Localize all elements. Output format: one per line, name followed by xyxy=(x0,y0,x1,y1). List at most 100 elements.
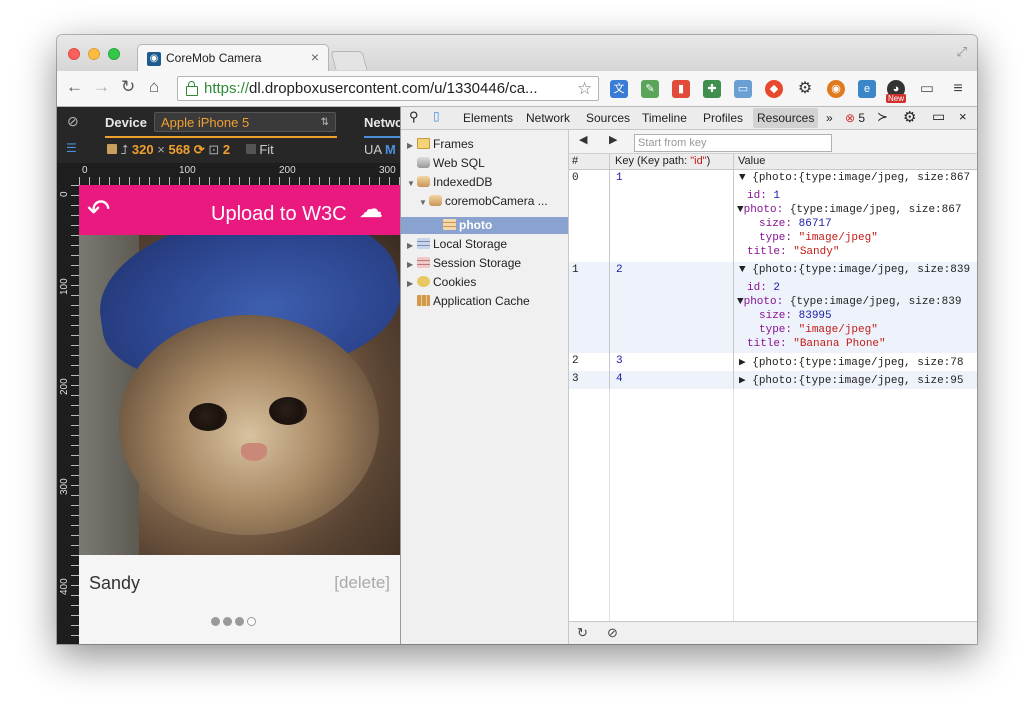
tree-item-application-cache[interactable]: Application Cache xyxy=(417,292,530,310)
tree-item-indexeddb[interactable]: ▼ IndexedDB xyxy=(407,173,492,191)
tab-profiles[interactable]: Profiles xyxy=(703,111,743,125)
row-key: 2 xyxy=(616,264,623,276)
inspect-search-icon[interactable]: ⚲ xyxy=(409,109,419,125)
pager-dot[interactable] xyxy=(235,617,244,626)
collapse-triangle-icon[interactable]: ▼ xyxy=(407,175,417,193)
back-button[interactable]: ← xyxy=(66,77,83,97)
ua-value[interactable]: M xyxy=(385,142,396,157)
network-label[interactable]: Netwo xyxy=(364,115,403,130)
rotate-icon[interactable]: ⟳ xyxy=(194,142,205,157)
height-input[interactable]: 568 xyxy=(168,142,190,157)
cast-icon[interactable]: ▭ xyxy=(918,80,936,98)
tree-item-coremob-db[interactable]: ▼ coremobCamera ... xyxy=(419,192,548,210)
device-mode-icon[interactable]: ▯ xyxy=(433,109,440,123)
lastpass-extension-icon[interactable]: ◆ xyxy=(765,80,783,98)
address-bar[interactable]: https://dl.dropboxusercontent.com/u/1330… xyxy=(177,76,599,101)
console-drawer-icon[interactable]: ≻ xyxy=(877,109,888,125)
window-extension-icon[interactable]: ▭ xyxy=(734,80,752,98)
url-text: dl.dropboxusercontent.com/u/1330446/ca..… xyxy=(249,80,538,97)
tree-item-session-storage[interactable]: ▶ Session Storage xyxy=(407,254,521,272)
prev-page-icon[interactable]: ◀ xyxy=(579,133,587,146)
device-select-value: Apple iPhone 5 xyxy=(161,115,250,130)
next-page-icon[interactable]: ▶ xyxy=(609,133,617,146)
resolution-checkbox[interactable] xyxy=(107,144,117,154)
translate-extension-icon[interactable]: 文 xyxy=(610,80,628,98)
eye-extension-icon[interactable]: ◉ xyxy=(827,80,845,98)
window-maximize-button[interactable] xyxy=(108,48,120,60)
delete-link[interactable]: [delete] xyxy=(334,573,390,593)
bookmark-star-icon[interactable]: ☆ xyxy=(577,79,592,99)
tree-item-frames[interactable]: ▶ Frames xyxy=(407,135,474,153)
collapse-triangle-icon[interactable]: ▼ xyxy=(739,264,746,276)
network-tab-indicator xyxy=(364,136,400,138)
ruler-label: 400 xyxy=(59,578,70,595)
cloud-upload-icon[interactable]: ☁ xyxy=(359,195,383,224)
settings-extension-icon[interactable]: ⚙ xyxy=(796,80,814,98)
start-key-input[interactable]: Start from key xyxy=(634,134,832,152)
error-icon: ⊗ xyxy=(845,111,856,125)
expand-triangle-icon[interactable]: ▶ xyxy=(407,237,417,255)
tab-close-icon[interactable]: × xyxy=(311,49,319,65)
pager-dot[interactable] xyxy=(211,617,220,626)
device-tab-indicator xyxy=(105,136,337,138)
tab-network[interactable]: Network xyxy=(526,111,570,125)
fullscreen-icon[interactable]: ⤢ xyxy=(957,44,967,60)
tab-sources[interactable]: Sources xyxy=(586,111,630,125)
pager-dot[interactable] xyxy=(223,617,232,626)
close-devtools-icon[interactable]: × xyxy=(959,109,967,124)
media-queries-icon[interactable]: ☰ xyxy=(66,141,77,155)
new-tab-button[interactable] xyxy=(330,51,368,70)
puzzle-extension-icon[interactable]: ✚ xyxy=(703,80,721,98)
reload-button[interactable]: ↻ xyxy=(121,77,135,97)
row-index: 3 xyxy=(572,373,579,385)
disable-emulation-icon[interactable]: ⊘ xyxy=(67,113,79,130)
clear-icon[interactable]: ⊘ xyxy=(607,625,618,641)
menu-icon[interactable]: ≡ xyxy=(949,80,967,98)
window-minimize-button[interactable] xyxy=(88,48,100,60)
home-button[interactable]: ⌂ xyxy=(149,77,159,97)
collapse-triangle-icon[interactable]: ▼ xyxy=(419,194,429,212)
expand-triangle-icon[interactable]: ▶ xyxy=(407,275,417,293)
tree-item-photo-store[interactable]: photo xyxy=(443,216,492,234)
browser-tab[interactable]: ◉ CoreMob Camera × xyxy=(137,44,329,71)
bookmark-extension-icon[interactable]: ▮ xyxy=(672,80,690,98)
table-row[interactable]: 3 4 ▶ {photo:{type:image/jpeg, size:95 xyxy=(569,371,977,389)
table-row[interactable]: 0 1 ▼ {photo:{type:image/jpeg, size:867 … xyxy=(569,170,977,262)
width-input[interactable]: 320 xyxy=(132,142,154,157)
tab-timeline[interactable]: Timeline xyxy=(642,111,687,125)
scale-input[interactable]: 2 xyxy=(223,142,230,157)
table-row[interactable]: 2 3 ▶ {photo:{type:image/jpeg, size:78 xyxy=(569,353,977,371)
pager-dot-current[interactable] xyxy=(247,617,256,626)
upload-button[interactable]: Upload to W3C xyxy=(211,203,347,226)
expand-triangle-icon[interactable]: ▶ xyxy=(407,137,417,155)
device-emulation-bar: ⊘ ☰ Device Apple iPhone 5 ⇅ ⮥ 320 × 568 … xyxy=(57,107,403,163)
refresh-icon[interactable]: ↻ xyxy=(577,625,588,641)
ruler-label: 200 xyxy=(279,165,296,176)
collapse-triangle-icon[interactable]: ▼ xyxy=(737,204,744,216)
tab-resources[interactable]: Resources xyxy=(753,108,819,128)
tree-item-cookies[interactable]: ▶ Cookies xyxy=(407,273,476,291)
undo-icon[interactable]: ↶ xyxy=(87,193,110,226)
expand-triangle-icon[interactable]: ▶ xyxy=(739,357,746,369)
device-select[interactable]: Apple iPhone 5 ⇅ xyxy=(154,112,336,132)
evernote-extension-icon[interactable]: ✎ xyxy=(641,80,659,98)
tab-elements[interactable]: Elements xyxy=(463,111,513,125)
ruler-label: 0 xyxy=(82,165,88,176)
expand-triangle-icon[interactable]: ▶ xyxy=(407,256,417,274)
collapse-triangle-icon[interactable]: ▼ xyxy=(739,172,746,184)
ie-extension-icon[interactable]: e xyxy=(858,80,876,98)
table-row[interactable]: 1 2 ▼ {photo:{type:image/jpeg, size:839 … xyxy=(569,262,977,353)
dock-icon[interactable]: ▭ xyxy=(932,108,945,125)
forward-button[interactable]: → xyxy=(93,77,110,97)
expand-triangle-icon[interactable]: ▶ xyxy=(739,375,746,387)
collapse-triangle-icon[interactable]: ▼ xyxy=(737,296,744,308)
more-tabs-button[interactable]: » xyxy=(826,111,833,125)
tree-item-websql[interactable]: Web SQL xyxy=(417,154,485,172)
fit-checkbox[interactable] xyxy=(245,144,256,154)
settings-gear-icon[interactable]: ⚙ xyxy=(903,108,916,126)
error-count[interactable]: 5 xyxy=(858,111,865,125)
browser-toolbar: ← → ↻ ⌂ https://dl.dropboxusercontent.co… xyxy=(57,71,977,107)
tree-item-local-storage[interactable]: ▶ Local Storage xyxy=(407,235,507,253)
grid-header: # Key (Key path: "id") Value xyxy=(569,154,977,170)
window-close-button[interactable] xyxy=(68,48,80,60)
